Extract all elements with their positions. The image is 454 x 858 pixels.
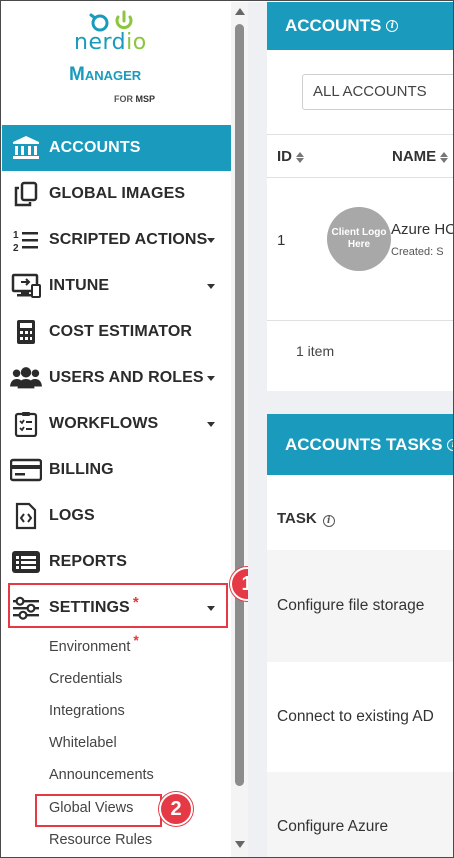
sidebar-item-scripted-actions[interactable]: 12 SCRIPTED ACTIONS	[2, 217, 231, 263]
accounts-tasks-header: ACCOUNTS TASKS i	[267, 414, 453, 475]
svg-text:1: 1	[13, 230, 19, 241]
column-header-label: ID	[277, 148, 292, 165]
settings-subitem-credentials[interactable]: Credentials	[49, 671, 122, 687]
calculator-icon	[10, 318, 42, 346]
sidebar-item-label: ACCOUNTS	[49, 139, 141, 156]
callout-badge-2: 2	[159, 792, 193, 826]
account-row-id: 1	[277, 232, 286, 249]
global-views-highlight-box	[35, 794, 162, 827]
scroll-up-arrow-icon[interactable]	[235, 8, 245, 15]
logo-wordmark: nerdio	[74, 30, 147, 55]
info-icon[interactable]: i	[386, 20, 399, 32]
logo-product-name: Manager	[69, 64, 142, 85]
copy-icon	[10, 180, 42, 208]
divider	[267, 134, 453, 135]
sidebar-item-label: WORKFLOWS	[49, 415, 159, 432]
sidebar-nav: ACCOUNTS GLOBAL IMAGES 12 SCRIPTED ACTIO…	[2, 125, 231, 631]
accounts-filter-select[interactable]: ALL ACCOUNTS	[302, 74, 453, 110]
logo-edition-name: MSP	[135, 94, 156, 104]
brand-logo[interactable]: nerdio Manager FOR MSP	[2, 2, 231, 122]
accounts-card-title: ACCOUNTS	[285, 16, 382, 35]
accounts-card: ACCOUNTS i ALL ACCOUNTS ID NAME 1 Client…	[267, 2, 453, 391]
sidebar: nerdio Manager FOR MSP ACCOUNTS GLOBAL I…	[2, 2, 231, 857]
sidebar-item-intune[interactable]: INTUNE	[2, 263, 231, 309]
sidebar-item-label: COST ESTIMATOR	[49, 323, 193, 340]
sidebar-item-cost-estimator[interactable]: COST ESTIMATOR	[2, 309, 231, 355]
report-list-icon	[10, 548, 42, 576]
column-header-name[interactable]: NAME	[392, 148, 449, 165]
sidebar-item-label: BILLING	[49, 461, 114, 478]
sidebar-item-accounts[interactable]: ACCOUNTS	[2, 125, 231, 171]
sort-icon[interactable]	[296, 151, 304, 163]
column-header-id[interactable]: ID	[277, 148, 304, 165]
sidebar-scrollbar[interactable]	[231, 2, 248, 857]
sidebar-item-users-and-roles[interactable]: USERS AND ROLES	[2, 355, 231, 401]
accounts-card-header: ACCOUNTS i	[267, 2, 453, 50]
logo-edition: FOR MSP	[114, 94, 155, 104]
info-icon[interactable]: i	[322, 515, 335, 527]
sidebar-item-label: LOGS	[49, 507, 95, 524]
divider	[267, 320, 453, 321]
sidebar-item-global-images[interactable]: GLOBAL IMAGES	[2, 171, 231, 217]
sidebar-item-billing[interactable]: BILLING	[2, 447, 231, 493]
sidebar-item-workflows[interactable]: WORKFLOWS	[2, 401, 231, 447]
info-icon[interactable]: i	[447, 438, 453, 451]
task-row[interactable]: Configure Azure	[267, 772, 453, 857]
settings-subitem-label: Environment	[49, 639, 131, 655]
chevron-down-icon[interactable]	[207, 284, 215, 289]
svg-text:2: 2	[13, 243, 19, 253]
chevron-down-icon[interactable]	[207, 422, 215, 427]
settings-subitem-environment[interactable]: Environment *	[49, 632, 139, 655]
desktop-sync-icon	[10, 272, 42, 300]
settings-subitem-whitelabel[interactable]: Whitelabel	[49, 735, 117, 751]
client-logo-image: Client Logo Here	[327, 207, 391, 271]
main-content: ACCOUNTS i ALL ACCOUNTS ID NAME 1 Client…	[248, 2, 453, 857]
task-row[interactable]: Connect to existing AD	[267, 662, 453, 772]
scroll-down-arrow-icon[interactable]	[235, 841, 245, 848]
column-header-task: TASK i	[277, 510, 335, 527]
account-row-name[interactable]: Azure HC	[391, 221, 453, 238]
sidebar-item-logs[interactable]: LOGS	[2, 493, 231, 539]
sidebar-item-label: USERS AND ROLES	[49, 369, 204, 386]
settings-subitem-resource-rules[interactable]: Resource Rules	[49, 832, 152, 848]
sidebar-item-label: INTUNE	[49, 277, 110, 294]
chevron-down-icon[interactable]	[207, 376, 215, 381]
numbered-list-icon: 12	[10, 226, 42, 254]
divider	[267, 177, 453, 178]
code-file-icon	[10, 502, 42, 530]
logo-edition-prefix: FOR	[114, 94, 133, 104]
logo-wordmark-main: nerd	[74, 30, 127, 55]
sidebar-item-label: REPORTS	[49, 553, 128, 570]
sidebar-item-reports[interactable]: REPORTS	[2, 539, 231, 585]
task-row[interactable]: Configure file storage	[267, 550, 453, 662]
accounts-item-count: 1 item	[296, 343, 335, 359]
column-header-label: TASK	[277, 510, 317, 527]
settings-highlight-box	[8, 583, 228, 628]
settings-subitem-integrations[interactable]: Integrations	[49, 703, 125, 719]
accounts-tasks-card: ACCOUNTS TASKS i TASK i Configure file st…	[267, 414, 453, 857]
logo-wordmark-accent: io	[126, 30, 147, 55]
users-icon	[10, 364, 42, 392]
settings-subitem-announcements[interactable]: Announcements	[49, 767, 154, 783]
account-row-created: Created: S	[391, 246, 444, 258]
sidebar-item-label: SCRIPTED ACTIONS	[49, 231, 208, 248]
chevron-down-icon[interactable]	[207, 238, 215, 243]
sidebar-item-label: GLOBAL IMAGES	[49, 185, 186, 202]
scrollbar-thumb[interactable]	[235, 24, 244, 786]
clipboard-icon	[10, 410, 42, 438]
app-frame: nerdio Manager FOR MSP ACCOUNTS GLOBAL I…	[0, 0, 454, 858]
credit-card-icon	[10, 456, 42, 484]
required-marker: *	[133, 632, 139, 648]
accounts-tasks-title: ACCOUNTS TASKS	[285, 434, 443, 454]
bank-icon	[10, 134, 42, 162]
column-header-label: NAME	[392, 148, 437, 165]
sort-icon[interactable]	[440, 151, 449, 163]
